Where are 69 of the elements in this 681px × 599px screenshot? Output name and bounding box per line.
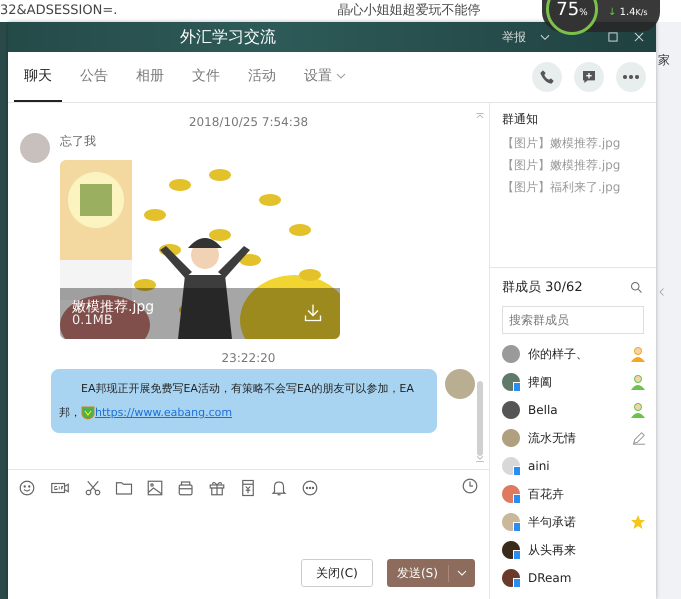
tab-title: 晶心小姐姐超爱玩不能停 (337, 3, 480, 18)
clock-icon[interactable] (461, 477, 479, 495)
member-item[interactable]: aini (490, 452, 656, 480)
maximize-icon[interactable] (606, 30, 620, 44)
tab[interactable]: 文件 (182, 52, 230, 102)
avatar (502, 541, 520, 559)
avatar (502, 457, 520, 475)
search-icon[interactable] (629, 280, 644, 294)
avatar (502, 345, 520, 363)
member-item[interactable]: Bella (490, 396, 656, 424)
avatar (502, 429, 520, 447)
more-icon[interactable] (616, 62, 646, 92)
address-text: 32&ADSESSION=. (0, 3, 118, 18)
file-size: 0.1MB (72, 313, 113, 328)
file-name: 嫩模推荐.jpg (72, 298, 154, 315)
tab[interactable]: 聊天 (14, 52, 62, 102)
member-item[interactable]: 流水无情 (490, 424, 656, 452)
phone-icon[interactable] (532, 62, 562, 92)
tab[interactable]: 公告 (70, 52, 118, 102)
send-button[interactable]: 发送(S) (387, 559, 475, 587)
report-link[interactable]: 举报 (502, 28, 526, 46)
gift-icon[interactable] (208, 479, 226, 497)
message-time: 2018/10/25 7:54:38 (188, 115, 310, 129)
member-item[interactable]: DReam (490, 564, 656, 592)
close-button[interactable]: 关闭(C) (301, 559, 373, 587)
scissors-icon[interactable] (84, 479, 102, 497)
member-item[interactable]: 你的样子、 (490, 340, 656, 368)
add-chat-icon[interactable] (574, 62, 604, 92)
avatar (502, 401, 520, 419)
member-item[interactable]: 百花卉 (490, 480, 656, 508)
tab[interactable]: 设置 (294, 52, 356, 102)
chevron-down-icon[interactable] (457, 568, 467, 578)
member-item[interactable]: 半句承诺 (490, 508, 656, 536)
close-icon[interactable] (632, 30, 646, 44)
avatar (502, 373, 520, 391)
bag-icon[interactable] (177, 479, 195, 497)
avatar (445, 369, 475, 399)
scroll-bottom-icon[interactable] (475, 453, 485, 463)
member-search-field[interactable]: 搜索群成员 (502, 306, 644, 334)
download-arrow: ↓ (608, 6, 616, 18)
smiley-icon[interactable] (18, 479, 36, 497)
envelope-icon[interactable] (239, 479, 257, 497)
message-bubble: EA邦现正开展免费写EA活动，有策略不会写EA的朋友可以参加，EA邦， https://www.eabang.com (51, 369, 437, 433)
tab[interactable]: 相册 (126, 52, 174, 102)
more-circle-icon[interactable] (301, 479, 319, 497)
image-icon[interactable] (146, 479, 164, 497)
window-title: 外汇学习交流 (180, 26, 276, 48)
members-title: 群成员 30/62 (502, 279, 583, 296)
pencil-icon[interactable] (632, 431, 646, 445)
member-item[interactable]: 从头再来 (490, 536, 656, 564)
folder-icon[interactable] (115, 479, 133, 497)
cpu-percent: 75% (556, 0, 588, 20)
sender-name: 忘了我 (60, 133, 97, 150)
page-text: 家 (658, 52, 670, 69)
notice-title: 群通知 (502, 111, 539, 128)
download-icon[interactable] (303, 303, 323, 323)
avatar (20, 133, 50, 163)
message-time: 23:22:20 (220, 351, 276, 365)
avatar (502, 513, 520, 531)
bell-icon[interactable] (270, 479, 288, 497)
speed-widget[interactable]: 75% ↓ 1.4K/s (542, 0, 660, 32)
tab[interactable]: 活动 (238, 52, 286, 102)
avatar (502, 485, 520, 503)
member-item[interactable]: 捭阖 (490, 368, 656, 396)
scrollbar[interactable] (477, 381, 483, 456)
shield-icon (81, 406, 95, 420)
avatar (502, 569, 520, 587)
network-speed: ↓ 1.4K/s (608, 6, 648, 18)
image-message[interactable]: 嫩模推荐.jpg 0.1MB (60, 160, 340, 339)
